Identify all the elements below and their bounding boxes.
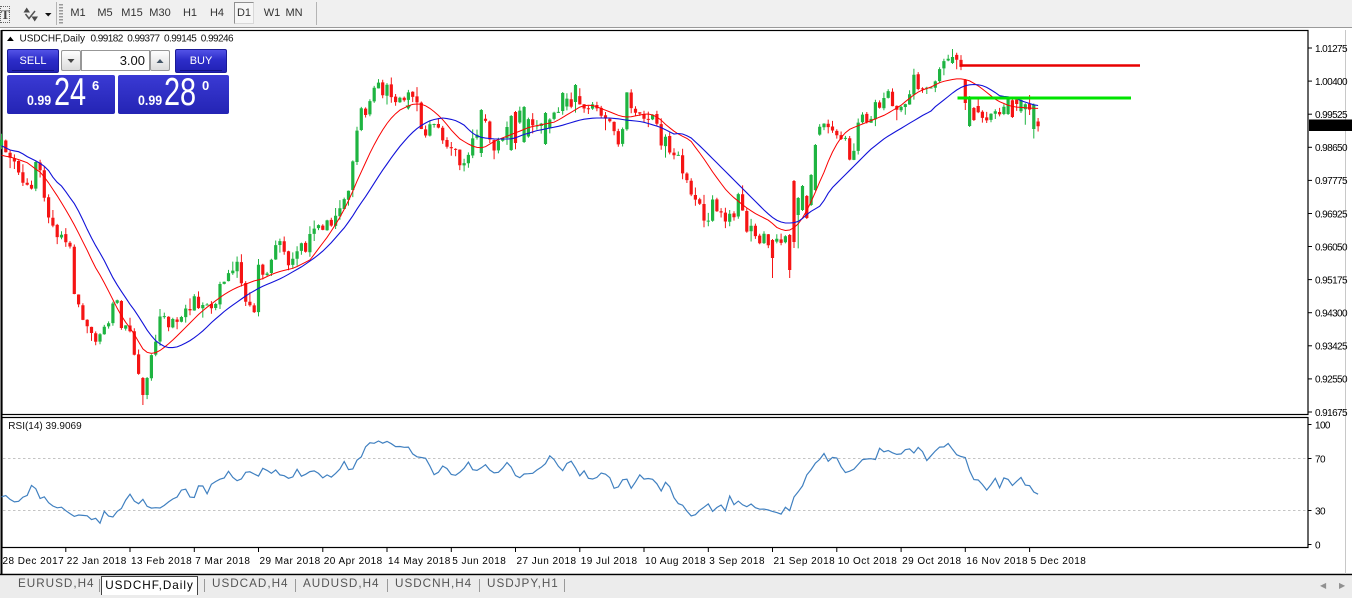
svg-text:10 Aug 2018: 10 Aug 2018 (645, 556, 706, 567)
svg-text:14 May 2018: 14 May 2018 (388, 556, 451, 567)
svg-text:19 Jul 2018: 19 Jul 2018 (581, 556, 638, 567)
svg-text:100: 100 (1315, 420, 1331, 431)
svg-text:29 Oct 2018: 29 Oct 2018 (902, 556, 961, 567)
svg-text:5 Jun 2018: 5 Jun 2018 (452, 556, 506, 567)
svg-text:0.98650: 0.98650 (1315, 143, 1348, 154)
svg-text:1.00400: 1.00400 (1315, 77, 1348, 88)
svg-text:0.96925: 0.96925 (1315, 209, 1348, 220)
svg-text:5 Dec 2018: 5 Dec 2018 (1031, 556, 1087, 567)
svg-text:0.94300: 0.94300 (1315, 309, 1348, 320)
svg-text:0.99246: 0.99246 (1314, 121, 1348, 132)
svg-text:7 Mar 2018: 7 Mar 2018 (195, 556, 250, 567)
svg-text:1.01275: 1.01275 (1315, 44, 1348, 55)
svg-text:22 Jan 2018: 22 Jan 2018 (67, 556, 127, 567)
svg-text:16 Nov 2018: 16 Nov 2018 (966, 556, 1028, 567)
svg-text:3 Sep 2018: 3 Sep 2018 (709, 556, 765, 567)
svg-text:0.97775: 0.97775 (1315, 176, 1348, 187)
svg-text:30: 30 (1315, 506, 1326, 517)
svg-text:20 Apr 2018: 20 Apr 2018 (324, 556, 383, 567)
svg-text:13 Feb 2018: 13 Feb 2018 (131, 556, 192, 567)
svg-text:0.99525: 0.99525 (1315, 110, 1348, 121)
svg-text:70: 70 (1315, 454, 1326, 465)
svg-text:0.95175: 0.95175 (1315, 275, 1348, 286)
svg-text:28 Dec 2017: 28 Dec 2017 (3, 556, 65, 567)
svg-text:RSI(14) 39.9069: RSI(14) 39.9069 (8, 421, 82, 432)
svg-text:USDCHF,Daily: USDCHF,Daily (20, 34, 86, 45)
svg-text:21 Sep 2018: 21 Sep 2018 (774, 556, 836, 567)
svg-text:10 Oct 2018: 10 Oct 2018 (838, 556, 897, 567)
svg-text:29 Mar 2018: 29 Mar 2018 (260, 556, 321, 567)
svg-text:27 Jun 2018: 27 Jun 2018 (517, 556, 577, 567)
svg-text:0.93425: 0.93425 (1315, 342, 1348, 353)
svg-text:0.91675: 0.91675 (1315, 408, 1348, 419)
svg-text:0.99182 0.99377 0.99145 0.9924: 0.99182 0.99377 0.99145 0.99246 (91, 34, 235, 45)
svg-text:0.96050: 0.96050 (1315, 242, 1348, 253)
svg-text:0.92550: 0.92550 (1315, 375, 1348, 386)
svg-text:0: 0 (1315, 540, 1321, 551)
